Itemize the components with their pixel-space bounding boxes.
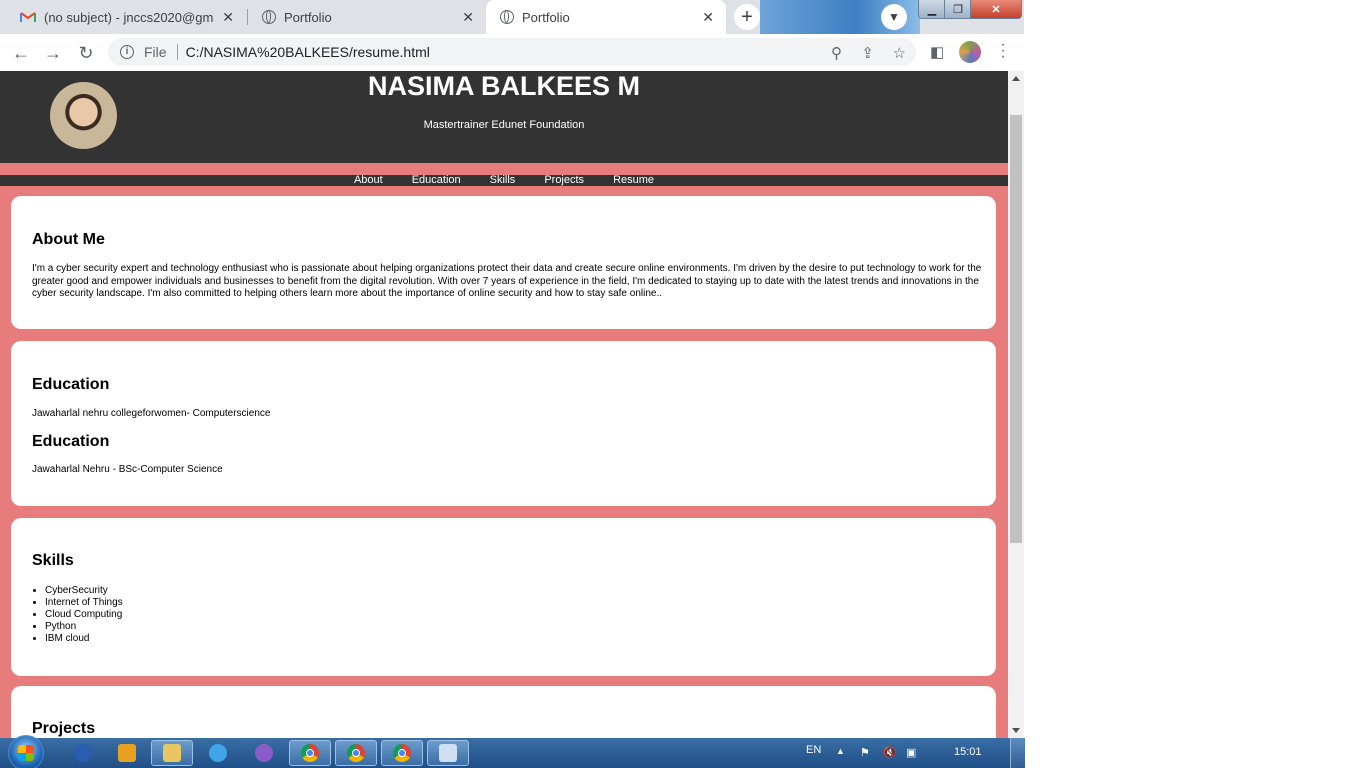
close-window-button[interactable]: ✕	[970, 0, 1022, 19]
taskbar-notepad[interactable]	[427, 740, 469, 766]
scroll-down-arrow-icon[interactable]	[1012, 728, 1020, 733]
info-icon[interactable]: i	[120, 45, 134, 59]
browser-toolbar: ← → ↻ i File C:/NASIMA%20BALKEES/resume.…	[0, 34, 1024, 72]
about-section: About Me I'm a cyber security expert and…	[11, 196, 996, 329]
menu-dots-icon[interactable]: · · ·	[999, 37, 1007, 65]
skill-item: IBM cloud	[45, 633, 123, 645]
reload-icon[interactable]: ↻	[75, 42, 97, 64]
taskbar-internet-explorer[interactable]	[197, 740, 239, 766]
education-entry: Jawaharlal nehru collegeforwomen- Comput…	[32, 408, 271, 419]
taskbar-chrome-1[interactable]	[289, 740, 331, 766]
internet-explorer-icon	[209, 744, 227, 762]
zoom-icon[interactable]: ⚲	[831, 44, 842, 62]
nav-link-education[interactable]: Education	[412, 175, 461, 186]
tab-title: (no subject) - jnccs2020@gmail.c	[44, 9, 214, 25]
language-indicator[interactable]: EN	[806, 744, 821, 756]
tab-title: Portfolio	[522, 9, 570, 25]
minimize-button[interactable]: ▁	[918, 0, 946, 19]
side-panel-icon[interactable]: ◧	[930, 43, 944, 61]
skills-section: Skills CyberSecurity Internet of Things …	[11, 518, 996, 676]
about-heading: About Me	[32, 231, 105, 248]
nav-link-skills[interactable]: Skills	[490, 175, 516, 186]
nav-link-projects[interactable]: Projects	[544, 175, 584, 186]
person-name: NASIMA BALKEES M	[367, 71, 640, 101]
show-desktop-button[interactable]	[1010, 738, 1025, 768]
chrome-icon	[393, 744, 411, 762]
media-player-icon	[118, 744, 136, 762]
new-tab-button[interactable]: +	[734, 4, 760, 30]
gmail-icon	[20, 11, 36, 23]
globe-icon	[262, 10, 276, 24]
windows-taskbar: EN ▲ ⚑ 🔇 ▣ 15:01	[0, 735, 1025, 768]
taskbar-chrome-3[interactable]	[381, 740, 423, 766]
network-icon[interactable]: ▣	[906, 746, 920, 759]
back-arrow-icon[interactable]: ←	[10, 42, 32, 64]
taskbar-chrome-2[interactable]	[335, 740, 377, 766]
profile-avatar[interactable]	[959, 41, 981, 63]
page-header: NASIMA BALKEES M Mastertrainer Edunet Fo…	[0, 71, 1008, 163]
restore-button[interactable]: ❐	[944, 0, 972, 19]
about-text: I'm a cyber security expert and technolo…	[32, 263, 982, 299]
skill-item: Cloud Computing	[45, 609, 123, 621]
globe-app-icon	[255, 744, 273, 762]
tray-expand-icon[interactable]: ▲	[836, 746, 845, 756]
close-tab-icon[interactable]: ✕	[222, 9, 234, 26]
volume-muted-icon[interactable]: 🔇	[883, 746, 897, 759]
address-url[interactable]: C:/NASIMA%20BALKEES/resume.html	[186, 44, 430, 60]
skills-heading: Skills	[32, 552, 74, 569]
nav-link-about[interactable]: About	[354, 175, 383, 186]
person-title: Mastertrainer Edunet Foundation	[423, 119, 585, 131]
skill-item: CyberSecurity	[45, 585, 123, 597]
scroll-thumb[interactable]	[1010, 115, 1022, 543]
page-viewport: NASIMA BALKEES M Mastertrainer Edunet Fo…	[0, 71, 1008, 738]
projects-heading: Projects	[32, 720, 96, 737]
desktop-area	[1024, 0, 1360, 738]
r-app-icon	[74, 744, 92, 762]
education-heading: Education	[32, 433, 110, 450]
tab-strip: (no subject) - jnccs2020@gmail.c ✕ Portf…	[0, 0, 1024, 34]
tab-portfolio[interactable]: Portfolio ✕	[248, 0, 486, 34]
tab-search-chevron-icon[interactable]: ▼	[881, 4, 907, 30]
tab-title: Portfolio	[284, 9, 332, 25]
education-heading: Education	[32, 376, 110, 393]
skill-item: Internet of Things	[45, 597, 123, 609]
forward-arrow-icon[interactable]: →	[42, 42, 64, 64]
globe-icon	[500, 10, 514, 24]
taskbar-media-player[interactable]	[106, 740, 148, 766]
address-divider	[176, 44, 178, 60]
tab-gmail[interactable]: (no subject) - jnccs2020@gmail.c ✕	[6, 0, 246, 34]
vertical-scrollbar[interactable]	[1008, 71, 1024, 738]
tab-portfolio-active[interactable]: Portfolio ✕	[486, 0, 726, 34]
folder-icon	[163, 744, 181, 762]
nav-bar: About Education Skills Projects Resume	[0, 175, 1008, 186]
taskbar-file-explorer[interactable]	[151, 740, 193, 766]
education-section: Education Jawaharlal nehru collegeforwom…	[11, 341, 996, 506]
action-center-flag-icon[interactable]: ⚑	[860, 746, 874, 759]
share-icon[interactable]: ⇪	[861, 44, 874, 62]
chrome-icon	[347, 744, 365, 762]
projects-section: Projects	[11, 686, 996, 738]
skills-list: CyberSecurity Internet of Things Cloud C…	[32, 585, 123, 645]
close-tab-icon[interactable]: ✕	[702, 9, 714, 26]
chrome-icon	[301, 744, 319, 762]
taskbar-app-r[interactable]	[62, 740, 104, 766]
start-button[interactable]	[8, 735, 44, 768]
skill-item: Python	[45, 621, 123, 633]
browser-window: (no subject) - jnccs2020@gmail.c ✕ Portf…	[0, 0, 1024, 738]
nav-link-resume[interactable]: Resume	[613, 175, 654, 186]
close-tab-icon[interactable]: ✕	[462, 9, 474, 26]
notepad-icon	[439, 744, 457, 762]
bookmark-star-icon[interactable]: ☆	[893, 44, 906, 62]
taskbar-browser-app[interactable]	[243, 740, 285, 766]
clock[interactable]: 15:01	[954, 746, 982, 758]
scroll-up-arrow-icon[interactable]	[1012, 76, 1020, 81]
address-bar[interactable]: i File C:/NASIMA%20BALKEES/resume.html ⚲…	[108, 38, 916, 66]
address-scheme-chip: File	[144, 44, 167, 60]
education-entry: Jawaharlal Nehru - BSc-Computer Science	[32, 464, 223, 475]
screen: (no subject) - jnccs2020@gmail.c ✕ Portf…	[0, 0, 1360, 768]
